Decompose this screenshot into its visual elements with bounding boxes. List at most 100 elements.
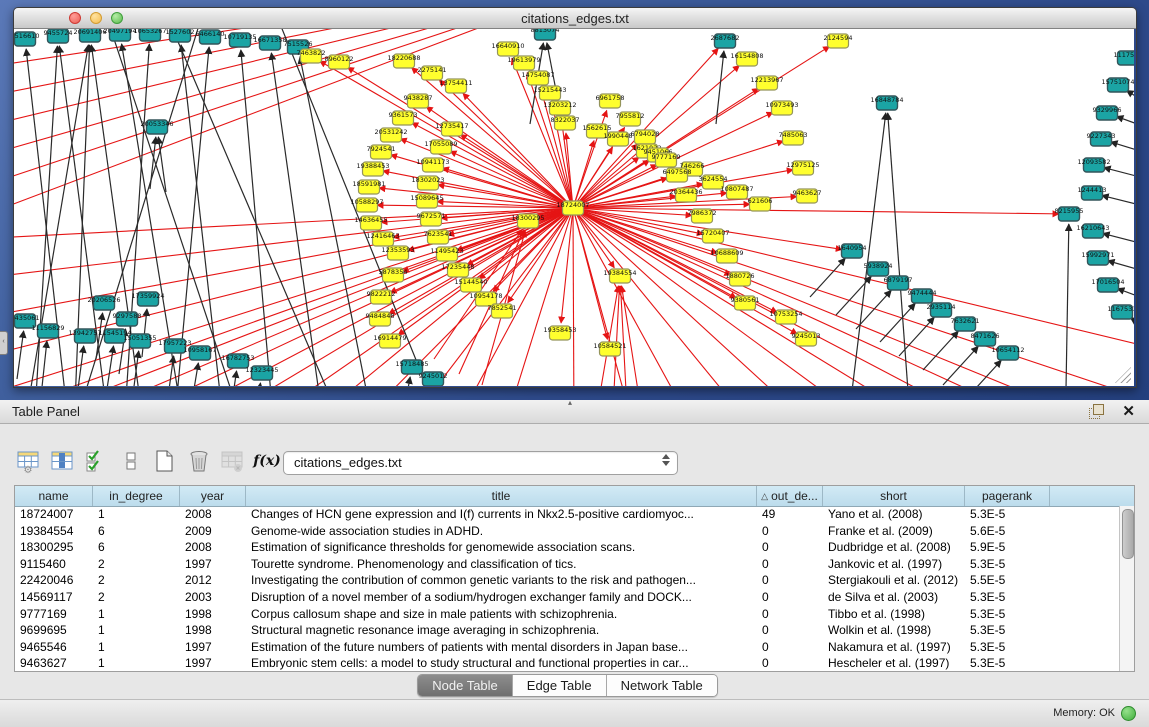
graph-node[interactable]: 12735417 — [435, 122, 468, 136]
cell-title[interactable]: Embryonic stem cells: a model to study s… — [246, 655, 757, 671]
graph-node[interactable]: 16640910 — [491, 42, 524, 56]
cell-short[interactable]: Jankovic et al. (1997) — [823, 556, 965, 573]
graph-node[interactable]: 20691406 — [73, 29, 106, 42]
graph-node[interactable]: 15215443 — [533, 86, 566, 100]
graph-node[interactable]: 20206526 — [87, 296, 120, 310]
graph-node[interactable]: 9329966 — [1093, 106, 1122, 120]
graph-node[interactable]: 9822212 — [367, 290, 396, 304]
graph-node[interactable]: 10753254 — [769, 310, 802, 324]
graph-node[interactable]: 12975125 — [786, 161, 819, 175]
cell-name[interactable]: 19384554 — [15, 523, 93, 540]
cell-pagerank[interactable]: 5.3E-5 — [965, 556, 1050, 573]
table-row[interactable]: 946554611997Estimation of the future num… — [15, 639, 1119, 656]
graph-edge[interactable] — [880, 303, 915, 342]
table-row[interactable]: 911546021997Tourette syndrome. Phenomeno… — [15, 556, 1119, 573]
graph-node[interactable]: 9227343 — [1087, 132, 1116, 146]
graph-node[interactable]: 11156829 — [31, 324, 64, 338]
cell-pagerank[interactable]: 5.3E-5 — [965, 639, 1050, 656]
graph-node[interactable]: 621606 — [748, 197, 773, 211]
cell-pagerank[interactable]: 5.6E-5 — [965, 523, 1050, 540]
cell-name[interactable]: 9463627 — [15, 655, 93, 671]
cell-short[interactable]: Franke et al. (2009) — [823, 523, 965, 540]
cell-year[interactable]: 1998 — [180, 622, 246, 639]
column-header-short[interactable]: short — [823, 486, 965, 506]
table-panel-header[interactable]: Table Panel ▴ ✕ — [0, 400, 1149, 424]
graph-edge[interactable] — [42, 341, 47, 386]
column-header-pagerank[interactable]: pagerank — [965, 486, 1050, 506]
graph-edge[interactable] — [107, 346, 114, 386]
graph-node[interactable]: 1244413 — [1078, 186, 1107, 200]
graph-node[interactable]: 17359924 — [131, 292, 164, 306]
cell-name[interactable]: 14569117 — [15, 589, 93, 606]
cell-name[interactable]: 9777169 — [15, 606, 93, 623]
graph-node[interactable]: 14636455 — [354, 216, 387, 230]
graph-node[interactable]: 1527602 — [166, 29, 195, 42]
table-row[interactable]: 969969511998Structural magnetic resonanc… — [15, 622, 1119, 639]
graph-edge[interactable] — [1108, 261, 1134, 270]
graph-edge[interactable] — [1111, 142, 1134, 151]
graph-edge[interactable] — [966, 360, 1001, 386]
cell-out_degree[interactable]: 0 — [757, 572, 823, 589]
graph-node[interactable]: 20364436 — [669, 188, 702, 202]
graph-node[interactable]: 14754087 — [521, 71, 554, 85]
graph-node[interactable]: 6879197 — [884, 276, 913, 290]
cell-title[interactable]: Genome-wide association studies in ADHD. — [246, 523, 757, 540]
cell-year[interactable]: 2012 — [180, 572, 246, 589]
graph-edge[interactable] — [1102, 195, 1134, 205]
cell-pagerank[interactable]: 5.9E-5 — [965, 539, 1050, 556]
graph-edge[interactable] — [402, 377, 410, 386]
table-row[interactable]: 1456911722003Disruption of a novel membe… — [15, 589, 1119, 606]
close-panel-icon[interactable]: ✕ — [1122, 402, 1135, 420]
cell-pagerank[interactable]: 5.3E-5 — [965, 589, 1050, 606]
cell-year[interactable]: 2008 — [180, 506, 246, 523]
column-header-year[interactable]: year — [180, 486, 246, 506]
graph-node[interactable]: 15751074 — [1101, 78, 1134, 92]
float-panel-icon[interactable] — [1089, 404, 1104, 419]
graph-node[interactable]: 10653267 — [133, 29, 166, 41]
panel-collapse-handle[interactable]: ‹ — [0, 331, 8, 355]
cell-year[interactable]: 2003 — [180, 589, 246, 606]
graph-node[interactable]: 19388453 — [356, 162, 389, 176]
graph-node[interactable]: 15992971 — [1081, 251, 1114, 265]
cell-name[interactable]: 22420046 — [15, 572, 93, 589]
graph-node[interactable]: 10941173 — [416, 158, 449, 172]
graph-node[interactable]: 9455724 — [44, 29, 73, 43]
graph-node[interactable]: 16914479 — [373, 334, 406, 348]
graph-node[interactable]: 1880726 — [726, 272, 755, 286]
graph-edge[interactable] — [810, 258, 845, 297]
graph-node[interactable]: 15051355 — [123, 334, 156, 348]
cell-out_degree[interactable]: 0 — [757, 655, 823, 671]
graph-node[interactable]: 9474444 — [908, 289, 937, 303]
graph-node[interactable]: 6794028 — [631, 130, 660, 144]
cell-in_degree[interactable]: 6 — [93, 523, 180, 540]
graph-node[interactable]: 10719135 — [223, 33, 256, 47]
cell-out_degree[interactable]: 0 — [757, 606, 823, 623]
graph-edge[interactable] — [573, 208, 1054, 386]
graph-node[interactable]: 18220688 — [387, 54, 420, 68]
cell-title[interactable]: Investigating the contribution of common… — [246, 572, 757, 589]
table-settings-icon[interactable]: ⚙ — [14, 447, 44, 475]
graph-node[interactable]: 9484848 — [366, 312, 395, 326]
graph-node[interactable]: 5938924 — [864, 262, 893, 276]
graph-node[interactable]: 12353593 — [381, 246, 414, 260]
cell-in_degree[interactable]: 2 — [93, 589, 180, 606]
cell-short[interactable]: Wolkin et al. (1998) — [823, 622, 965, 639]
graph-edge[interactable] — [1066, 224, 1069, 386]
network-view-canvas[interactable]: 2516610945572420691406204971941065326715… — [14, 29, 1134, 386]
cell-title[interactable]: Disruption of a novel member of a sodium… — [246, 589, 757, 606]
graph-node[interactable]: 2124594 — [824, 34, 853, 48]
scrollbar-thumb[interactable] — [1122, 509, 1134, 559]
graph-node[interactable]: 7632621 — [951, 317, 980, 331]
table-scrollbar[interactable] — [1119, 506, 1134, 671]
cell-year[interactable]: 2008 — [180, 539, 246, 556]
graph-node[interactable]: 8813074 — [531, 29, 560, 40]
graph-node[interactable]: 16210643 — [1076, 224, 1109, 238]
graph-node[interactable]: 13942757 — [68, 329, 101, 343]
graph-node[interactable]: 8960122 — [325, 55, 354, 69]
selection-mode-icon[interactable] — [82, 447, 112, 475]
tab-node-table[interactable]: Node Table — [418, 675, 513, 696]
table-row[interactable]: 1872400712008Changes of HCN gene express… — [15, 506, 1119, 523]
cell-title[interactable]: Corpus callosum shape and size in male p… — [246, 606, 757, 623]
graph-node[interactable]: 2275141 — [418, 66, 447, 80]
cell-in_degree[interactable]: 6 — [93, 539, 180, 556]
